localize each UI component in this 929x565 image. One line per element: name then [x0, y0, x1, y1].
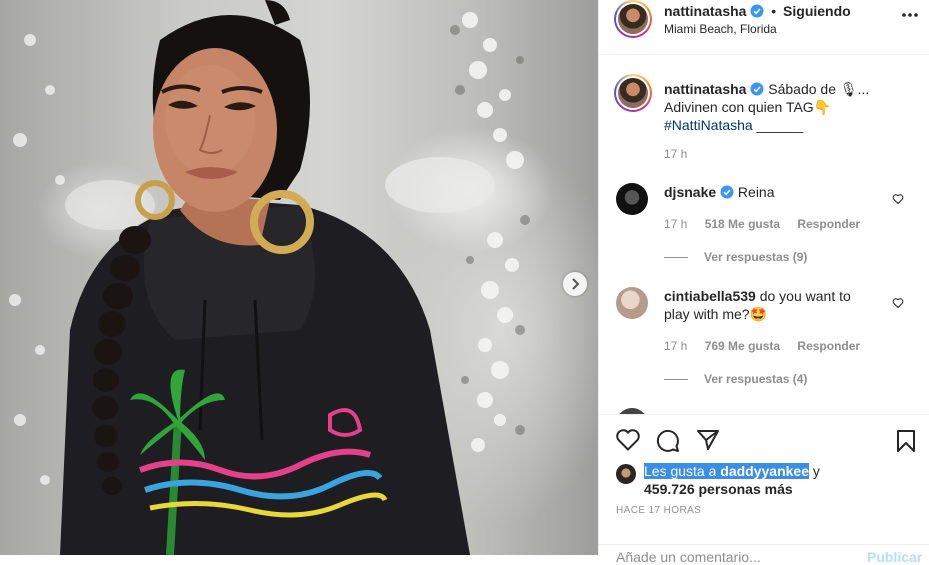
comment-text: Reina	[737, 184, 775, 200]
caption-line2: Adivinen con quien TAG👇	[664, 99, 832, 115]
comment-username[interactable]: djsnake	[664, 184, 716, 200]
comment-likes[interactable]: 769 Me gusta	[705, 339, 780, 353]
comment-text-block: cintiabella539 do you want to play with …	[664, 287, 874, 323]
view-replies-button[interactable]: Ver respuestas (9)	[664, 250, 807, 264]
comment-meta: 17 h 518 Me gusta Responder	[664, 217, 874, 231]
post-timestamp: HACE 17 HORAS	[616, 505, 702, 516]
replies-divider	[664, 378, 688, 380]
comment-likes[interactable]: 518 Me gusta	[705, 217, 780, 231]
comment-bubble-icon[interactable]	[656, 429, 680, 453]
publish-button[interactable]: Publicar	[867, 549, 922, 565]
likes-conj: y	[812, 463, 820, 479]
comment-reply-button[interactable]: Responder	[797, 217, 860, 231]
caption-hashtag[interactable]: #NattiNatasha	[664, 117, 753, 133]
comment-time: 17 h	[664, 217, 688, 231]
more-horizontal-icon[interactable]	[902, 13, 918, 17]
save-bookmark-icon[interactable]	[896, 429, 916, 453]
likes-summary: Les gusta a daddyyankee y 459.726 person…	[644, 462, 820, 498]
post-location[interactable]: Miami Beach, Florida	[664, 22, 777, 36]
like-comment-heart-icon[interactable]	[892, 297, 904, 309]
comment-meta: 17 h 769 Me gusta Responder	[664, 339, 874, 353]
post-caption: nattinatasha Sábado de 🎙... Adivinen con…	[664, 80, 914, 134]
comment-reply-button[interactable]: Responder	[797, 339, 860, 353]
post-actions-section: Les gusta a daddyyankee y 459.726 person…	[599, 414, 929, 565]
chevron-right-icon	[572, 278, 580, 290]
view-replies-label: Ver respuestas (9)	[704, 250, 808, 264]
post-photo[interactable]	[0, 0, 598, 555]
verified-badge-icon	[750, 82, 764, 96]
next-photo-button[interactable]	[563, 272, 587, 296]
view-replies-label: Ver respuestas (4)	[704, 372, 808, 386]
post-side-panel: nattinatasha • Siguiendo Miami Beach, Fl…	[598, 0, 929, 565]
likes-user-name[interactable]: daddyyankee	[720, 463, 809, 479]
commenter-avatar[interactable]	[616, 287, 648, 319]
likes-prefix: Les gusta a	[644, 463, 717, 479]
comment-username[interactable]: cintiabella539	[664, 288, 756, 304]
verified-badge-icon	[750, 4, 764, 18]
caption-avatar[interactable]	[614, 74, 652, 112]
photo-illustration	[9, 0, 530, 555]
post-header: nattinatasha • Siguiendo Miami Beach, Fl…	[599, 0, 929, 55]
commenter-avatar[interactable]	[616, 183, 648, 215]
add-comment-input[interactable]: Añade un comentario...	[616, 549, 761, 565]
like-heart-icon[interactable]	[616, 429, 640, 451]
header-separator: •	[771, 3, 777, 19]
like-comment-heart-icon[interactable]	[892, 193, 904, 205]
share-paper-plane-icon[interactable]	[696, 429, 720, 451]
replies-divider	[664, 256, 688, 258]
verified-badge-icon	[720, 185, 734, 199]
comment-time: 17 h	[664, 339, 688, 353]
header-name-row: nattinatasha • Siguiendo	[664, 3, 851, 19]
author-avatar[interactable]	[614, 0, 652, 38]
likes-count[interactable]: 459.726 personas más	[644, 481, 793, 497]
caption-line1: Sábado de 🎙...	[768, 81, 870, 97]
caption-username[interactable]: nattinatasha	[664, 81, 746, 97]
author-username[interactable]: nattinatasha	[664, 3, 746, 19]
view-replies-button[interactable]: Ver respuestas (4)	[664, 372, 807, 386]
caption-time: 17 h	[664, 147, 688, 161]
comment-text-block: djsnake Reina	[664, 183, 874, 201]
liker-avatar[interactable]	[616, 464, 636, 484]
follow-status-button[interactable]: Siguiendo	[783, 3, 851, 19]
caption-trailing: ______	[756, 117, 804, 133]
likes-user[interactable]: daddyyankee	[716, 463, 809, 479]
